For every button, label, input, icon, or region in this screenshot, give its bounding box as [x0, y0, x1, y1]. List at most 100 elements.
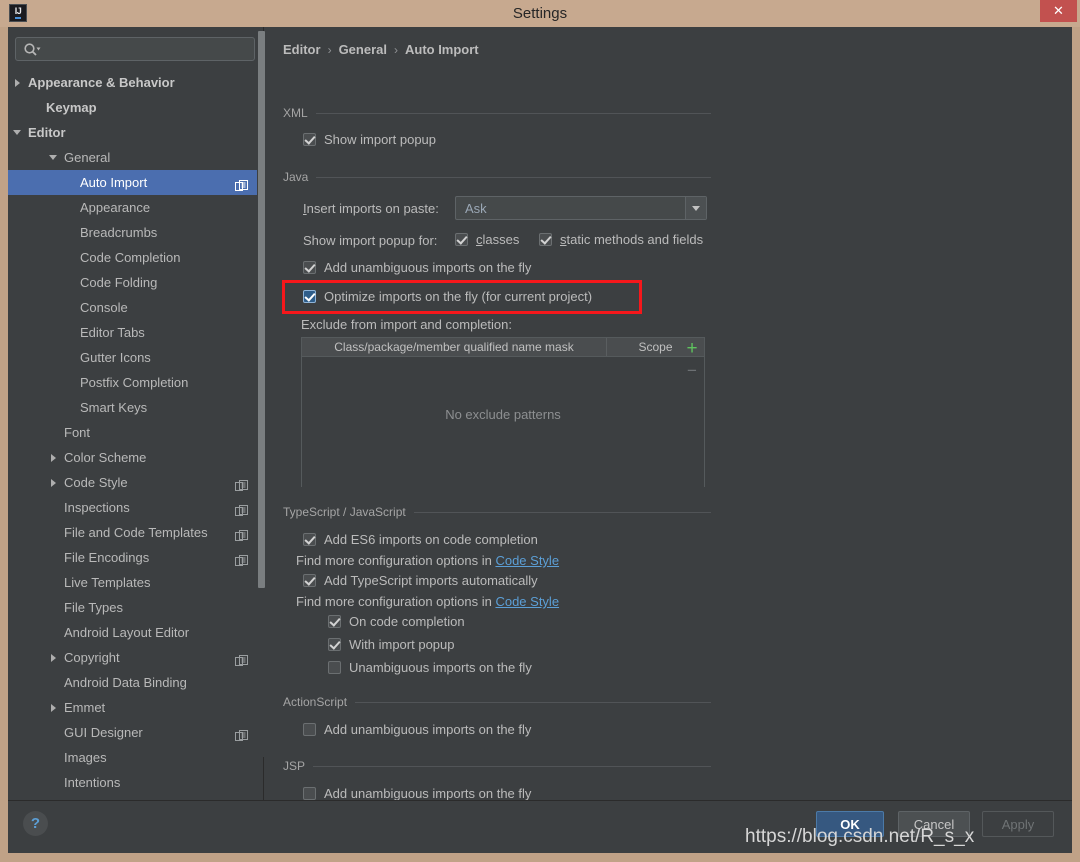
- sidebar-item-images[interactable]: Images: [8, 745, 258, 770]
- section-rule-xml: [315, 112, 711, 114]
- sidebar-item-copyright[interactable]: Copyright: [8, 645, 258, 670]
- help-icon[interactable]: ?: [23, 811, 48, 836]
- search-input[interactable]: [43, 38, 249, 60]
- project-level-copy-icon: [235, 551, 248, 566]
- classes-checkbox[interactable]: [455, 233, 468, 246]
- sidebar-item-inspections[interactable]: Inspections: [8, 495, 258, 520]
- sidebar-item-intentions[interactable]: Intentions: [8, 770, 258, 795]
- exclude-table-body: No exclude patterns: [302, 357, 704, 487]
- chevron-down-icon[interactable]: [10, 120, 24, 145]
- sidebar-item-label: Live Templates: [64, 575, 151, 590]
- sidebar-item-editor-tabs[interactable]: Editor Tabs: [8, 320, 258, 345]
- static-methods-row[interactable]: static methods and fields: [539, 232, 703, 247]
- sidebar-item-gutter-icons[interactable]: Gutter Icons: [8, 345, 258, 370]
- add-es6-imports-checkbox[interactable]: [303, 533, 316, 546]
- exclude-patterns-table[interactable]: Class/package/member qualified name mask…: [301, 337, 705, 487]
- chevron-right-icon[interactable]: [46, 645, 60, 670]
- add-unambiguous-java-row[interactable]: Add unambiguous imports on the fly: [303, 260, 531, 275]
- with-import-popup-row[interactable]: With import popup: [328, 637, 455, 652]
- remove-exclude-pattern-button[interactable]: −: [681, 359, 703, 381]
- sidebar-item-label: Keymap: [46, 100, 97, 115]
- sidebar-item-appearance[interactable]: Appearance: [8, 195, 258, 220]
- sidebar-item-label: Code Folding: [80, 275, 158, 290]
- section-title-actionscript: ActionScript: [283, 695, 348, 709]
- add-unambiguous-jsp-row[interactable]: Add unambiguous imports on the fly: [303, 786, 531, 801]
- project-level-copy-icon: [235, 651, 248, 666]
- sidebar-scrollbar-thumb[interactable]: [258, 31, 265, 588]
- add-es6-imports-row[interactable]: Add ES6 imports on code completion: [303, 532, 538, 547]
- add-typescript-imports-checkbox[interactable]: [303, 574, 316, 587]
- show-import-popup-row[interactable]: Show import popup: [303, 132, 436, 147]
- sidebar-item-keymap[interactable]: Keymap: [8, 95, 258, 120]
- insert-imports-value: Ask: [465, 200, 487, 216]
- breadcrumb-editor[interactable]: Editor: [283, 42, 321, 57]
- sidebar-item-gui-designer[interactable]: GUI Designer: [8, 720, 258, 745]
- sidebar-item-code-completion[interactable]: Code Completion: [8, 245, 258, 270]
- optimize-imports-on-the-fly-checkbox[interactable]: [303, 290, 316, 303]
- sidebar-item-file-and-code-templates[interactable]: File and Code Templates: [8, 520, 258, 545]
- sidebar-item-android-data-binding[interactable]: Android Data Binding: [8, 670, 258, 695]
- sidebar-item-smart-keys[interactable]: Smart Keys: [8, 395, 258, 420]
- search-box[interactable]: [15, 37, 255, 61]
- sidebar-item-label: File and Code Templates: [64, 525, 208, 540]
- sidebar-item-label: Inspections: [64, 500, 130, 515]
- with-import-popup-label: With import popup: [349, 637, 455, 652]
- project-level-copy-icon: [235, 176, 248, 191]
- add-unambiguous-java-checkbox[interactable]: [303, 261, 316, 274]
- sidebar-item-appearance-behavior[interactable]: Appearance & Behavior: [8, 70, 258, 95]
- static-methods-checkbox[interactable]: [539, 233, 552, 246]
- show-import-popup-checkbox[interactable]: [303, 133, 316, 146]
- sidebar-item-auto-import[interactable]: Auto Import: [8, 170, 258, 195]
- exclude-table-header: Class/package/member qualified name mask…: [302, 338, 704, 357]
- add-unambiguous-jsp-checkbox[interactable]: [303, 787, 316, 800]
- code-style-link-1[interactable]: Code Style: [495, 553, 559, 568]
- exclude-table-empty-text: No exclude patterns: [445, 407, 561, 422]
- sidebar-item-label: Breadcrumbs: [80, 225, 158, 240]
- chevron-down-icon[interactable]: [685, 197, 706, 219]
- classes-row[interactable]: classes: [455, 232, 519, 247]
- chevron-right-icon[interactable]: [46, 445, 60, 470]
- breadcrumb-general[interactable]: General: [339, 42, 387, 57]
- sidebar-item-label: Android Layout Editor: [64, 625, 190, 640]
- on-code-completion-row[interactable]: On code completion: [328, 614, 465, 629]
- sidebar-item-label: Smart Keys: [80, 400, 148, 415]
- sidebar-item-live-templates[interactable]: Live Templates: [8, 570, 258, 595]
- sidebar-item-breadcrumbs[interactable]: Breadcrumbs: [8, 220, 258, 245]
- chevron-down-icon[interactable]: [46, 145, 60, 170]
- code-style-hint-2: Find more configuration options in Code …: [296, 594, 559, 609]
- chevron-right-icon[interactable]: [46, 695, 60, 720]
- sidebar-item-code-folding[interactable]: Code Folding: [8, 270, 258, 295]
- sidebar-item-file-encodings[interactable]: File Encodings: [8, 545, 258, 570]
- on-code-completion-label: On code completion: [349, 614, 465, 629]
- add-typescript-imports-row[interactable]: Add TypeScript imports automatically: [303, 573, 538, 588]
- on-code-completion-checkbox[interactable]: [328, 615, 341, 628]
- sidebar-item-font[interactable]: Font: [8, 420, 258, 445]
- sidebar-item-label: Intentions: [64, 775, 121, 790]
- sidebar-item-console[interactable]: Console: [8, 295, 258, 320]
- sidebar-item-postfix-completion[interactable]: Postfix Completion: [8, 370, 258, 395]
- window-title: Settings: [512, 5, 568, 22]
- sidebar-item-android-layout-editor[interactable]: Android Layout Editor: [8, 620, 258, 645]
- sidebar-item-emmet[interactable]: Emmet: [8, 695, 258, 720]
- section-rule-jsp: [313, 765, 711, 767]
- with-import-popup-checkbox[interactable]: [328, 638, 341, 651]
- sidebar-item-editor[interactable]: Editor: [8, 120, 258, 145]
- column-header-mask[interactable]: Class/package/member qualified name mask: [302, 338, 607, 356]
- close-icon[interactable]: ✕: [1040, 0, 1077, 22]
- optimize-imports-row[interactable]: Optimize imports on the fly (for current…: [303, 289, 592, 304]
- insert-imports-on-paste-dropdown[interactable]: Ask: [455, 196, 707, 220]
- add-unambiguous-actionscript-row[interactable]: Add unambiguous imports on the fly: [303, 722, 531, 737]
- add-exclude-pattern-button[interactable]: +: [681, 337, 703, 359]
- sidebar-item-general[interactable]: General: [8, 145, 258, 170]
- sidebar-item-color-scheme[interactable]: Color Scheme: [8, 445, 258, 470]
- sidebar-item-code-style[interactable]: Code Style: [8, 470, 258, 495]
- add-unambiguous-actionscript-checkbox[interactable]: [303, 723, 316, 736]
- sidebar-item-label: Font: [64, 425, 91, 440]
- chevron-right-icon[interactable]: [10, 70, 24, 95]
- sidebar-item-file-types[interactable]: File Types: [8, 595, 258, 620]
- sidebar-item-label: Images: [64, 750, 107, 765]
- unambiguous-imports-fly-row[interactable]: Unambiguous imports on the fly: [328, 660, 532, 675]
- chevron-right-icon[interactable]: [46, 470, 60, 495]
- unambiguous-imports-fly-checkbox[interactable]: [328, 661, 341, 674]
- code-style-link-2[interactable]: Code Style: [495, 594, 559, 609]
